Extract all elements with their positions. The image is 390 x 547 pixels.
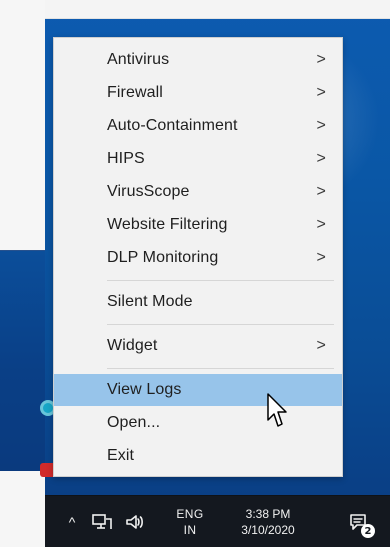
- taskbar: ^ ENG IN 3:38 PM 3/10/2020 2: [45, 495, 390, 547]
- volume-icon: [126, 515, 143, 529]
- menu-item-dlp-monitoring[interactable]: DLP Monitoring >: [54, 242, 342, 274]
- menu-item-label: Silent Mode: [107, 293, 193, 310]
- menu-item-label: Widget: [107, 337, 158, 354]
- menu-item-auto-containment[interactable]: Auto-Containment >: [54, 110, 342, 142]
- menu-item-open[interactable]: Open...: [54, 407, 342, 439]
- chevron-right-icon: >: [316, 249, 326, 266]
- menu-item-label: Exit: [107, 447, 135, 464]
- show-hidden-icons-button[interactable]: ^: [63, 496, 81, 547]
- menu-item-label: Auto-Containment: [107, 117, 238, 134]
- network-button[interactable]: [89, 496, 115, 547]
- notifications-button[interactable]: 2: [341, 496, 375, 547]
- chevron-right-icon: >: [316, 51, 326, 68]
- background-window-strip: [45, 0, 390, 19]
- notification-count-badge: 2: [361, 524, 375, 538]
- system-clock[interactable]: 3:38 PM 3/10/2020: [223, 496, 313, 547]
- input-language-indicator[interactable]: ENG IN: [167, 496, 213, 547]
- chevron-right-icon: >: [316, 337, 326, 354]
- menu-item-virusscope[interactable]: VirusScope >: [54, 176, 342, 208]
- menu-item-label: DLP Monitoring: [107, 249, 219, 266]
- menu-item-widget[interactable]: Widget >: [54, 330, 342, 362]
- menu-item-antivirus[interactable]: Antivirus >: [54, 44, 342, 76]
- menu-item-silent-mode[interactable]: Silent Mode: [54, 286, 342, 318]
- menu-item-hips[interactable]: HIPS >: [54, 143, 342, 175]
- chevron-right-icon: >: [316, 216, 326, 233]
- menu-separator: [107, 280, 334, 281]
- language-secondary: IN: [183, 523, 197, 537]
- clock-time: 3:38 PM: [245, 507, 291, 521]
- menu-item-label: Antivirus: [107, 51, 170, 68]
- menu-item-exit[interactable]: Exit: [54, 440, 342, 472]
- menu-item-view-logs[interactable]: View Logs: [54, 374, 342, 406]
- chevron-right-icon: >: [316, 117, 326, 134]
- menu-item-website-filtering[interactable]: Website Filtering >: [54, 209, 342, 241]
- language-primary: ENG: [176, 507, 204, 521]
- chevron-right-icon: >: [316, 150, 326, 167]
- chevron-up-icon: ^: [68, 514, 76, 530]
- tray-context-menu: Antivirus > Firewall > Auto-Containment …: [53, 37, 343, 477]
- network-icon: [92, 514, 112, 529]
- clock-date: 3/10/2020: [241, 523, 295, 537]
- menu-item-label: HIPS: [107, 150, 145, 167]
- menu-item-label: VirusScope: [107, 183, 190, 200]
- volume-button[interactable]: [122, 496, 148, 547]
- chevron-right-icon: >: [316, 183, 326, 200]
- mouse-pointer-icon: [267, 393, 287, 427]
- chevron-right-icon: >: [316, 84, 326, 101]
- screenshot-frame: Antivirus > Firewall > Auto-Containment …: [0, 0, 390, 547]
- menu-separator: [107, 324, 334, 325]
- menu-item-label: Website Filtering: [107, 216, 228, 233]
- menu-item-firewall[interactable]: Firewall >: [54, 77, 342, 109]
- menu-separator: [107, 368, 334, 369]
- menu-item-label: Firewall: [107, 84, 163, 101]
